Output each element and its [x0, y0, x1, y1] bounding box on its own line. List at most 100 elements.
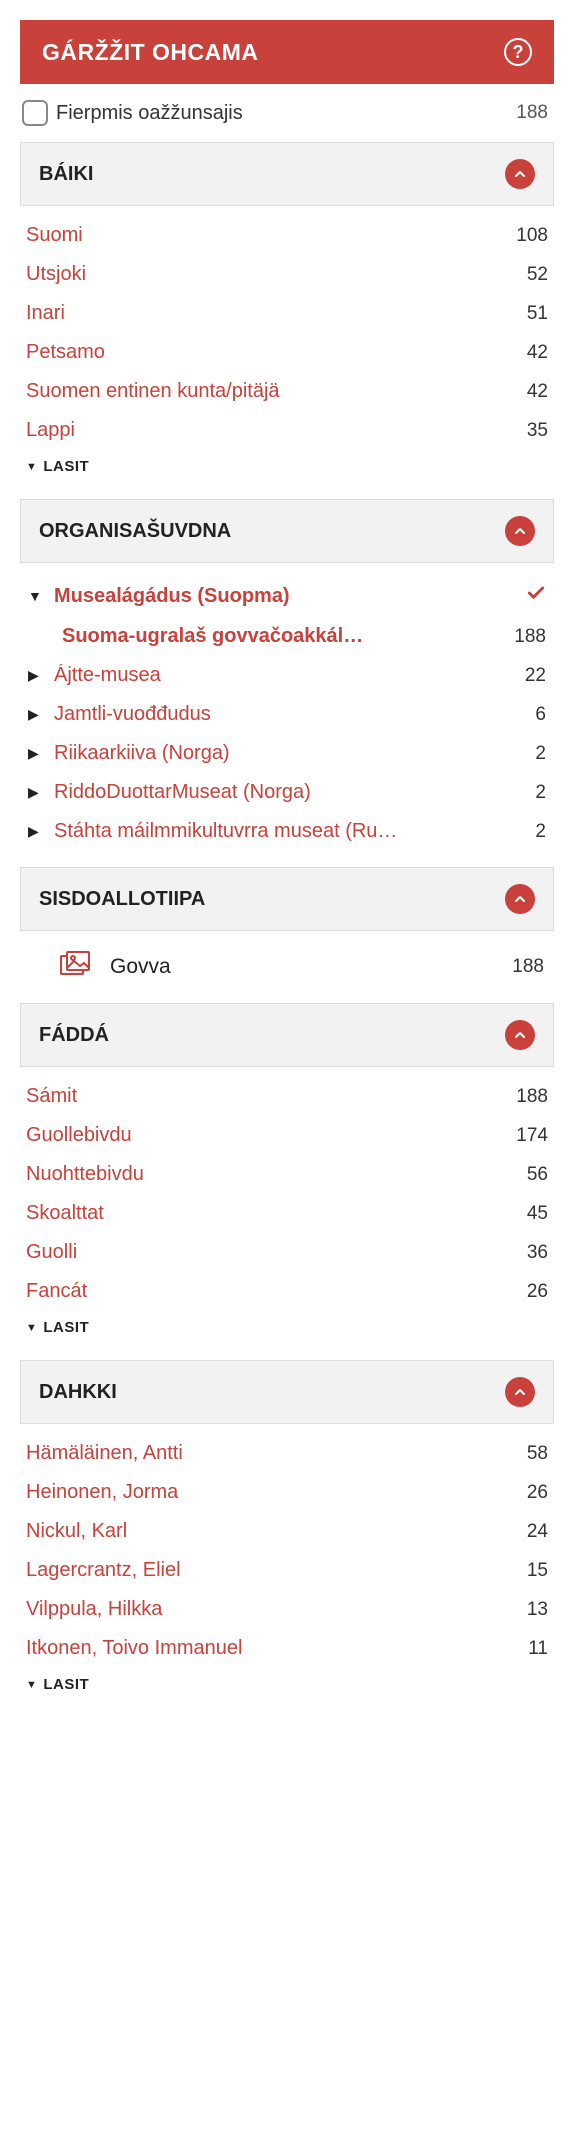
- tree-label: RiddoDuottarMuseat (Norga): [54, 781, 311, 804]
- facet-label: Skoalttat: [26, 1202, 104, 1225]
- chevron-up-icon[interactable]: [505, 884, 535, 914]
- triangle-right-icon[interactable]: ▶: [28, 745, 42, 762]
- tree-count: 22: [525, 665, 546, 687]
- tree-item[interactable]: ▶Jamtli-vuođđudus 6: [28, 695, 546, 734]
- show-more-label: LASIT: [43, 1319, 89, 1336]
- facet-item[interactable]: Sámit188: [26, 1077, 548, 1116]
- tree-count: 2: [535, 821, 546, 843]
- facet-item[interactable]: Vilppula, Hilkka 13: [26, 1590, 548, 1629]
- show-more-label: LASIT: [43, 1676, 89, 1693]
- chevron-up-icon[interactable]: [505, 159, 535, 189]
- triangle-right-icon[interactable]: ▶: [28, 706, 42, 723]
- facet-count: 15: [527, 1560, 548, 1582]
- section-title: ORGANISAŠUVDNA: [39, 520, 231, 543]
- filter-title: GÁRŽŽIT OHCAMA: [42, 39, 259, 66]
- facet-item[interactable]: Guolli36: [26, 1233, 548, 1272]
- facet-label: Inari: [26, 302, 65, 325]
- tree-label: Suoma-ugralaš govvačoakkál…: [62, 625, 363, 648]
- tree-label: Stáhta máilmmikultuvrra museat (Ru…: [54, 820, 397, 843]
- triangle-down-icon: ▼: [26, 1679, 37, 1691]
- facet-count: 36: [527, 1242, 548, 1264]
- facet-list-baiki: Suomi108 Utsjoki52 Inari 51 Petsamo 42 Suo…: [20, 206, 554, 499]
- online-available-row[interactable]: Fierpmis oažžunsajis 188: [20, 84, 554, 142]
- facet-item[interactable]: Skoalttat 45: [26, 1194, 548, 1233]
- tree-label: Ájtte-musea: [54, 664, 161, 687]
- facet-count: 35: [527, 420, 548, 442]
- facet-count: 56: [527, 1164, 548, 1186]
- section-header-dahkki[interactable]: DAHKKI: [20, 1360, 554, 1424]
- chevron-up-icon[interactable]: [505, 1020, 535, 1050]
- chevron-up-icon[interactable]: [505, 516, 535, 546]
- section-title: SISDOALLOTIIPA: [39, 888, 205, 911]
- tree-item[interactable]: ▶ Ájtte-musea 22: [28, 656, 546, 695]
- facet-count: 26: [527, 1482, 548, 1504]
- section-header-baiki[interactable]: BÁIKI: [20, 142, 554, 206]
- triangle-down-icon[interactable]: ▼: [28, 588, 42, 604]
- triangle-right-icon[interactable]: ▶: [28, 667, 42, 684]
- help-icon[interactable]: ?: [504, 38, 532, 66]
- facet-label: Suomen entinen kunta/pitäjä: [26, 380, 280, 403]
- triangle-down-icon: ▼: [26, 461, 37, 473]
- section-header-org[interactable]: ORGANISAŠUVDNA: [20, 499, 554, 563]
- section-header-content[interactable]: SISDOALLOTIIPA: [20, 867, 554, 931]
- facet-item[interactable]: Nickul, Karl24: [26, 1512, 548, 1551]
- facet-count: 42: [527, 342, 548, 364]
- facet-label: Vilppula, Hilkka: [26, 1598, 162, 1621]
- facet-count: 13: [527, 1599, 548, 1621]
- triangle-right-icon[interactable]: ▶: [28, 784, 42, 801]
- tree-item[interactable]: ▶Riikaarkiiva (Norga) 2: [28, 734, 546, 773]
- tree-label: Jamtli-vuođđudus: [54, 703, 211, 726]
- facet-count: 45: [527, 1203, 548, 1225]
- facet-count: 42: [527, 381, 548, 403]
- facet-item[interactable]: Petsamo 42: [26, 333, 548, 372]
- facet-item[interactable]: Lagercrantz, Eliel 15: [26, 1551, 548, 1590]
- facet-item[interactable]: Nuohttebivdu 56: [26, 1155, 548, 1194]
- facet-label: Suomi: [26, 224, 83, 247]
- facet-label: Itkonen, Toivo Immanuel: [26, 1637, 242, 1660]
- show-more-button[interactable]: ▼ LASIT: [26, 1311, 548, 1354]
- facet-count: 51: [527, 303, 548, 325]
- online-label: Fierpmis oažžunsajis: [56, 102, 243, 125]
- show-more-button[interactable]: ▼LASIT: [26, 450, 548, 493]
- tree-count: 2: [535, 782, 546, 804]
- checkbox-unchecked-icon[interactable]: [22, 100, 48, 126]
- tree-item-expanded[interactable]: ▼ Musealágádus (Suopma): [28, 575, 546, 617]
- facet-item[interactable]: Heinonen, Jorma 26: [26, 1473, 548, 1512]
- media-count: 188: [512, 956, 544, 978]
- facet-item[interactable]: Fancát26: [26, 1272, 548, 1311]
- facet-count: 26: [527, 1281, 548, 1303]
- facet-label: Hämäläinen, Antti: [26, 1442, 183, 1465]
- facet-label: Heinonen, Jorma: [26, 1481, 178, 1504]
- tree-item-child[interactable]: Suoma-ugralaš govvačoakkál… 188: [28, 617, 546, 656]
- tree-count: 188: [514, 626, 546, 648]
- facet-item[interactable]: Inari 51: [26, 294, 548, 333]
- tree-count: 2: [535, 743, 546, 765]
- media-type-row[interactable]: Govva 188: [20, 931, 554, 1003]
- facet-label: Lagercrantz, Eliel: [26, 1559, 181, 1582]
- online-count: 188: [516, 102, 548, 124]
- tree-item[interactable]: ▶ RiddoDuottarMuseat (Norga) 2: [28, 773, 546, 812]
- triangle-right-icon[interactable]: ▶: [28, 823, 42, 840]
- check-icon: [526, 583, 546, 609]
- facet-count: 11: [528, 1638, 548, 1660]
- show-more-button[interactable]: ▼ LASIT: [26, 1668, 548, 1711]
- facet-item[interactable]: Suomi108: [26, 216, 548, 255]
- facet-item[interactable]: Hämäläinen, Antti 58: [26, 1434, 548, 1473]
- tree-item[interactable]: ▶ Stáhta máilmmikultuvrra museat (Ru… 2: [28, 812, 546, 851]
- facet-label: Lappi: [26, 419, 75, 442]
- facet-item[interactable]: Lappi 35: [26, 411, 548, 450]
- section-title: FÁDDÁ: [39, 1024, 109, 1047]
- triangle-down-icon: ▼: [26, 1322, 37, 1334]
- facet-label: Petsamo: [26, 341, 105, 364]
- facet-item[interactable]: Suomen entinen kunta/pitäjä 42: [26, 372, 548, 411]
- facet-item[interactable]: Itkonen, Toivo Immanuel 11: [26, 1629, 548, 1668]
- chevron-up-icon[interactable]: [505, 1377, 535, 1407]
- facet-item[interactable]: Guollebivdu174: [26, 1116, 548, 1155]
- facet-count: 58: [527, 1443, 548, 1465]
- section-header-fadda[interactable]: FÁDDÁ: [20, 1003, 554, 1067]
- facet-label: Nuohttebivdu: [26, 1163, 144, 1186]
- tree-label: Musealágádus (Suopma): [54, 585, 290, 608]
- image-icon: [60, 951, 90, 983]
- facet-item[interactable]: Utsjoki52: [26, 255, 548, 294]
- facet-label: Utsjoki: [26, 263, 86, 286]
